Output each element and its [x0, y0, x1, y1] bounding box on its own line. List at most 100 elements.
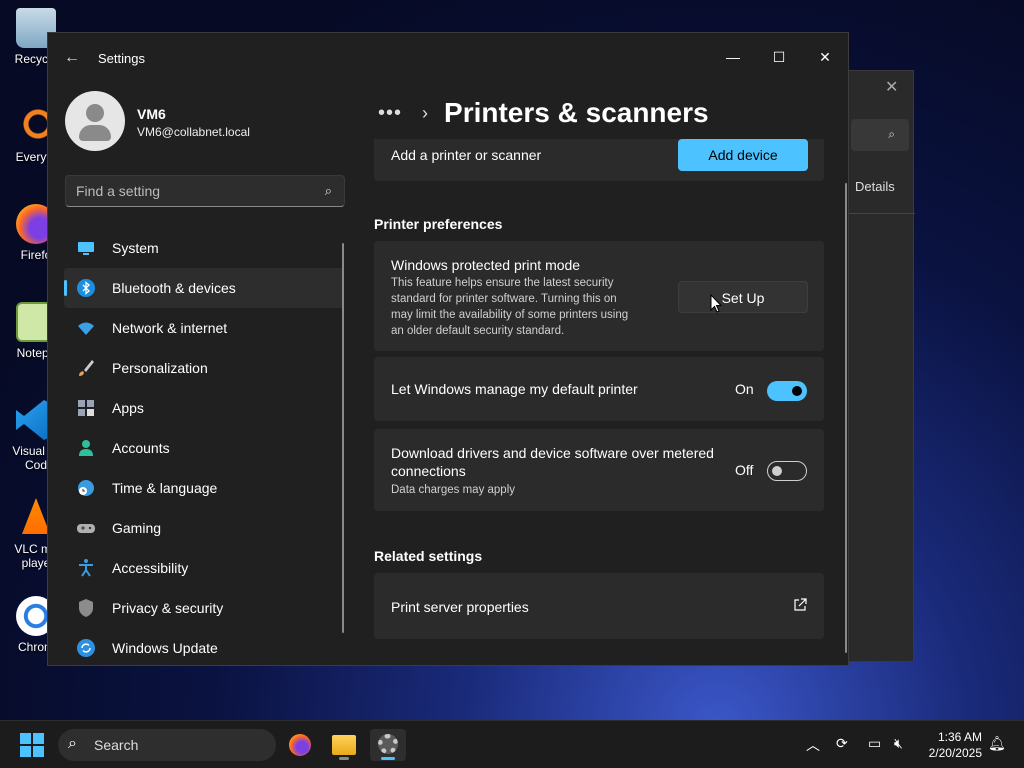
sidebar-item-gaming[interactable]: Gaming [64, 508, 344, 548]
manage-default-printer-title: Let Windows manage my default printer [391, 381, 638, 397]
minimize-button[interactable]: — [710, 41, 756, 73]
page-title: Printers & scanners [444, 97, 709, 128]
add-printer-title: Add a printer or scanner [391, 147, 542, 163]
sidebar-item-accessibility[interactable]: Accessibility [64, 548, 344, 588]
sidebar-item-label: Accessibility [112, 560, 189, 576]
windows-logo-tile [33, 746, 44, 757]
protected-print-mode-desc-4: an older default security standard. [391, 325, 565, 337]
sidebar-item-system[interactable]: System [64, 228, 344, 268]
windows-logo-tile [20, 746, 31, 757]
sidebar-item-windows-update[interactable]: Windows Update [64, 628, 344, 665]
settings-window: ← Settings — ☐ ✕ VM6 VM6@collabnet.local… [47, 32, 849, 666]
search-icon: ⌕ [68, 735, 77, 752]
content-scrollbar[interactable] [845, 183, 847, 653]
sidebar-item-label: Apps [112, 400, 144, 416]
search-icon: ⌕ [888, 127, 895, 141]
chevron-up-icon[interactable]: ︿ [806, 735, 820, 755]
sidebar-item-accounts[interactable]: Accounts [64, 428, 344, 468]
set-up-button[interactable]: Set Up [678, 281, 808, 313]
sync-alert-icon[interactable]: ⟳ [836, 735, 848, 752]
sidebar-nav: System Bluetooth & devices Network & inter… [64, 228, 344, 665]
sidebar-item-bluetooth-and-devices[interactable]: Bluetooth & devices [64, 268, 344, 308]
gamepad-icon [76, 518, 96, 538]
protected-print-mode-desc-3: may limit the availability of some print… [391, 309, 629, 321]
related-settings-heading: Related settings [374, 548, 483, 564]
background-window: ✕ ⌕ Details [848, 70, 915, 662]
protected-print-mode-desc-2: standard for printer software. Turning t… [391, 293, 617, 305]
sidebar-item-label: System [112, 240, 159, 256]
clock[interactable]: 1:36 AM 2/20/2025 [929, 729, 982, 761]
find-setting-box[interactable]: ⌕ [65, 175, 345, 207]
sidebar-item-label: Gaming [112, 520, 162, 536]
running-indicator [339, 757, 349, 760]
start-button[interactable] [20, 733, 44, 757]
bluetooth-icon [76, 278, 96, 298]
sidebar-item-personalization[interactable]: Personalization [64, 348, 344, 388]
brush-icon [76, 358, 96, 378]
accessibility-icon [76, 558, 96, 578]
metered-download-toggle[interactable] [767, 461, 807, 481]
close-button[interactable]: ✕ [802, 41, 848, 73]
sidebar-item-time-and-language[interactable]: Time & language [64, 468, 344, 508]
printer-preferences-heading: Printer preferences [374, 216, 503, 232]
sidebar-item-privacy-and-security[interactable]: Privacy & security [64, 588, 344, 628]
toggle-state-label: Off [735, 462, 754, 478]
taskbar-settings[interactable] [370, 729, 406, 761]
mouse-cursor-icon [710, 294, 722, 313]
toggle-knob [772, 466, 782, 476]
monitor-icon [76, 238, 96, 258]
print-server-properties-card[interactable]: Print server properties [374, 573, 824, 639]
add-device-button[interactable]: Add device [678, 139, 808, 171]
metered-download-title-2: connections [391, 463, 466, 479]
avatar-head [86, 104, 104, 122]
active-indicator [381, 757, 395, 760]
open-external-icon [794, 598, 807, 611]
avatar[interactable] [65, 91, 125, 151]
shield-icon [76, 598, 96, 618]
metered-download-card: Download drivers and device software ove… [374, 429, 824, 511]
bg-window-search[interactable]: ⌕ [851, 119, 909, 151]
sidebar-item-apps[interactable]: Apps [64, 388, 344, 428]
protected-print-mode-title: Windows protected print mode [391, 257, 581, 273]
volume-muted-icon[interactable]: 🔇︎ [894, 735, 903, 752]
sync-icon [76, 638, 96, 658]
clock-date: 2/20/2025 [928, 746, 982, 760]
sidebar-scrollbar[interactable] [342, 243, 344, 633]
windows-logo-tile [33, 733, 44, 744]
taskbar-search-label: Search [94, 737, 139, 753]
sidebar-item-label: Network & internet [112, 320, 228, 336]
taskbar: ⌕ Search ︿ ⟳ ▭ 🔇︎ 1:36 AM 2/20/2025 🔔︎ [0, 720, 1024, 768]
app-title: Settings [98, 51, 145, 66]
gear-icon [378, 734, 398, 754]
maximize-button[interactable]: ☐ [756, 41, 802, 73]
profile-email: VM6@collabnet.local [137, 125, 250, 139]
metered-download-desc: Data charges may apply [391, 484, 516, 496]
print-server-properties-title: Print server properties [391, 599, 529, 615]
taskbar-search[interactable]: ⌕ Search [58, 729, 276, 761]
sidebar-item-label: Time & language [112, 480, 218, 496]
close-icon[interactable]: ✕ [885, 77, 898, 97]
toggle-knob [792, 386, 802, 396]
network-icon[interactable]: ▭ [868, 735, 881, 752]
taskbar-file-explorer[interactable] [326, 729, 362, 761]
breadcrumb: ••• › Printers & scanners [378, 93, 709, 133]
sidebar-item-label: Personalization [112, 360, 208, 376]
sidebar-item-label: Privacy & security [112, 600, 224, 616]
chevron-right-icon: › [422, 102, 429, 123]
wifi-icon [76, 318, 96, 338]
taskbar-firefox[interactable] [282, 729, 318, 761]
sidebar-item-network-and-internet[interactable]: Network & internet [64, 308, 344, 348]
content-pane: Add a printer or scanner Add device Prin… [374, 139, 824, 665]
notification-bell-icon[interactable]: 🔔︎ [988, 735, 1006, 752]
manage-default-printer-toggle[interactable] [767, 381, 807, 401]
search-icon: ⌕ [324, 183, 332, 198]
back-arrow-icon[interactable]: ← [64, 49, 80, 67]
details-tab[interactable]: Details [855, 179, 895, 194]
divider [849, 213, 915, 214]
globe-clock-icon [76, 478, 96, 498]
windows-logo-tile [20, 733, 31, 744]
more-breadcrumb-button[interactable]: ••• [378, 102, 402, 125]
search-input[interactable] [76, 183, 306, 199]
folder-icon [332, 735, 356, 755]
protected-print-mode-card: Windows protected print mode This featur… [374, 241, 824, 351]
